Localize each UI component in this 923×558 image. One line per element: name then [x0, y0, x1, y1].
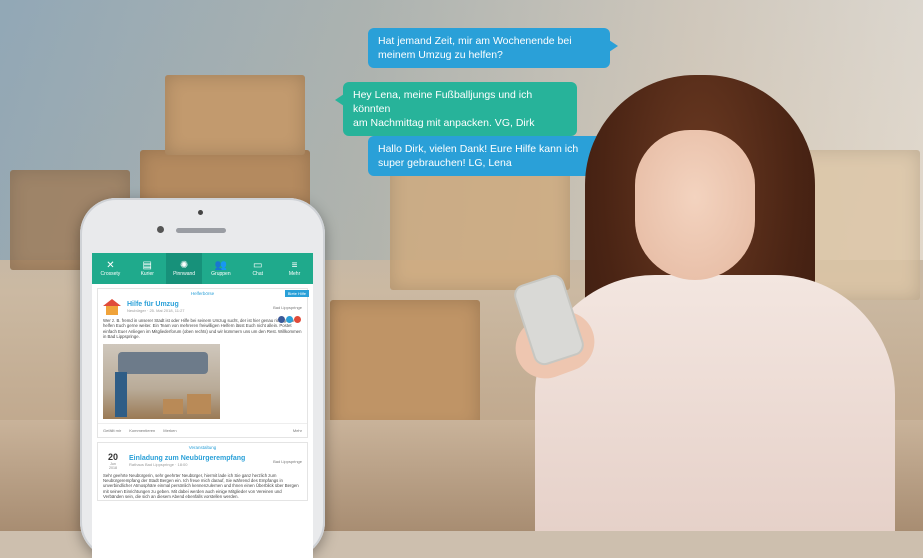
- bubble-tail: [335, 94, 344, 106]
- app-screen: ✕ Crossety ▤ Kurier ✺ Pinnwand 👥 Gruppen ▭ Ch…: [92, 253, 313, 558]
- post-location: Bad Lippspringe: [273, 458, 302, 464]
- tab-chat[interactable]: ▭ Chat: [239, 253, 276, 284]
- box-shape: [163, 398, 183, 414]
- more-button[interactable]: Mehr: [293, 428, 302, 433]
- menu-icon: ≡: [291, 260, 298, 271]
- twitter-icon[interactable]: [286, 316, 293, 323]
- tab-label: Kurier: [140, 271, 154, 277]
- post-location: Bad Lippspringe: [273, 304, 302, 310]
- post-card-event[interactable]: Veranstaltung 20 Jun 2018 Einladung zum …: [97, 441, 308, 501]
- moving-box: [165, 75, 305, 155]
- groups-icon: 👥: [214, 260, 228, 271]
- post-flag: Biete Hilfe: [284, 290, 309, 297]
- share-icons: [278, 316, 301, 323]
- phone-mockup: ✕ Crossety ▤ Kurier ✺ Pinnwand 👥 Gruppen ▭ Ch…: [80, 198, 325, 558]
- pinboard-icon: ✺: [179, 260, 189, 271]
- post-meta: Neubürger · 25. Mai 2018, 11:27: [127, 308, 185, 313]
- tab-crossety[interactable]: ✕ Crossety: [92, 253, 129, 284]
- bubble-text-line: meinem Umzug zu helfen?: [378, 49, 503, 61]
- phone-camera: [157, 226, 164, 233]
- phone-speaker: [176, 228, 226, 233]
- post-header: 20 Jun 2018 Einladung zum Neubürgerempfa…: [98, 450, 307, 473]
- sofa-shape: [118, 351, 208, 374]
- chat-bubble-lena-question: Hat jemand Zeit, mir am Wochenende bei m…: [368, 28, 618, 68]
- google-plus-icon[interactable]: [294, 316, 301, 323]
- phone-sensor: [198, 210, 203, 215]
- tab-label: Gruppen: [211, 271, 231, 277]
- bookmark-button[interactable]: Merken: [163, 428, 176, 433]
- post-title[interactable]: Einladung zum Neubürgerempfang: [129, 455, 245, 462]
- person-shape: [115, 371, 127, 417]
- post-header: Hilfe für Umzug Neubürger · 25. Mai 2018…: [98, 296, 307, 318]
- like-button[interactable]: Gefällt mir: [103, 428, 121, 433]
- face: [635, 130, 755, 280]
- post-body: Wer z. B. fremd in unserer Stadt ist ode…: [103, 318, 302, 340]
- comment-button[interactable]: Kommentieren: [129, 428, 155, 433]
- tab-label: Mehr: [288, 271, 301, 277]
- tab-label: Pinnwand: [173, 271, 196, 277]
- house-icon: [103, 299, 121, 315]
- tab-gruppen[interactable]: 👥 Gruppen: [202, 253, 239, 284]
- post-meta: Rathaus Bad Lippspringe · 18:00: [129, 462, 188, 468]
- post-category: Helferbörse: [190, 291, 215, 296]
- tab-mehr[interactable]: ≡ Mehr: [276, 253, 313, 284]
- moving-box: [330, 300, 480, 430]
- box-shape: [187, 393, 211, 414]
- date-year: 2018: [109, 465, 117, 470]
- post-title[interactable]: Hilfe für Umzug: [127, 301, 185, 308]
- post-body: Sehr geehrte Neubürgerin, sehr geehrter …: [103, 472, 299, 500]
- post-card-umzug[interactable]: Helferbörse Biete Hilfe Hilfe für Umzug …: [97, 288, 309, 438]
- crossety-icon: ✕: [106, 260, 115, 271]
- date-badge: 20 Jun 2018: [103, 451, 123, 470]
- post-category: Veranstaltung: [188, 444, 217, 450]
- chat-icon: ▭: [253, 260, 263, 271]
- post-image-moving[interactable]: [103, 343, 220, 419]
- tab-kurier[interactable]: ▤ Kurier: [129, 253, 166, 284]
- bubble-tail: [609, 40, 618, 52]
- date-day: 20: [107, 451, 118, 462]
- tab-label: Chat: [252, 271, 263, 277]
- tab-pinnwand[interactable]: ✺ Pinnwand: [165, 253, 203, 284]
- bubble-text-line: Hat jemand Zeit, mir am Wochenende bei: [378, 35, 572, 47]
- woman-with-smartphone: [507, 75, 923, 531]
- blouse: [535, 275, 895, 531]
- news-icon: ▤: [142, 260, 152, 271]
- tab-label: Crossety: [100, 271, 121, 277]
- post-actions: Gefällt mir Kommentieren Merken Mehr: [98, 422, 307, 437]
- app-tab-bar: ✕ Crossety ▤ Kurier ✺ Pinnwand 👥 Gruppen ▭ Ch…: [92, 253, 313, 284]
- facebook-icon[interactable]: [278, 316, 285, 323]
